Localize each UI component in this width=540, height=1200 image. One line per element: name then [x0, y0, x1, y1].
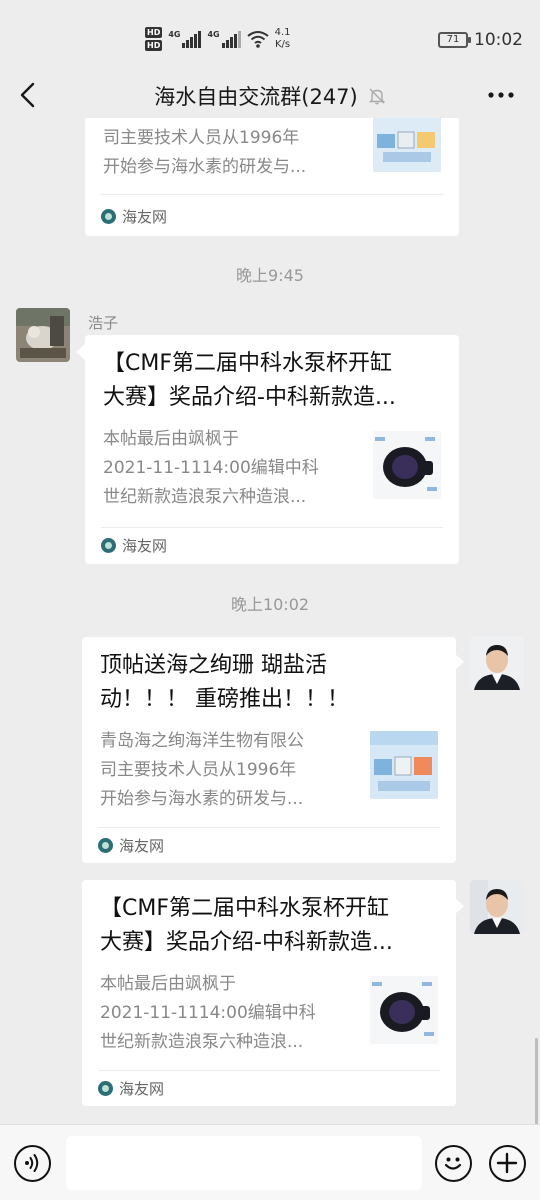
voice-button[interactable] — [14, 1145, 51, 1182]
description-line: 本帖最后由飒枫于 — [103, 429, 239, 449]
avatar[interactable] — [16, 308, 70, 362]
battery-icon: 71 — [438, 32, 471, 48]
network-indicators: HD HD 4G 4G 4.1 K/s — [145, 24, 291, 54]
source-name: 海友网 — [119, 1080, 165, 1098]
bubble-tail — [76, 344, 85, 360]
message-list[interactable]: 司主要技术人员从1996年 开始参与海水素的研发与... 海友网 晚上9:45 — [0, 118, 540, 1124]
more-dots-icon[interactable] — [486, 82, 516, 108]
source-logo-icon — [101, 209, 116, 224]
description-line: 2021-11-1114:00编辑中科 — [103, 458, 319, 478]
link-card-description: 青岛海之绚海洋生物有限公 司主要技术人员从1996年 开始参与海水素的研发与..… — [100, 727, 348, 814]
link-card-message[interactable]: 【CMF第二届中科水泵杯开缸 大赛】奖品介绍-中科新款造... 本帖最后由飒枫于… — [82, 880, 456, 1106]
description-line: 开始参与海水素的研发与... — [100, 789, 304, 809]
link-thumbnail-wave-pump — [373, 431, 441, 499]
link-source: 海友网 — [98, 1078, 164, 1099]
card-divider — [101, 527, 443, 528]
source-logo-icon — [98, 838, 113, 853]
bubble-tail — [455, 898, 464, 914]
source-name: 海友网 — [122, 208, 168, 226]
description-line: 2021-11-1114:00编辑中科 — [100, 1003, 316, 1023]
link-thumbnail-coral-salt — [370, 731, 438, 799]
link-thumbnail-wave-pump — [370, 976, 438, 1044]
wifi-icon — [247, 31, 269, 48]
chat-header: 海水自由交流群(247) — [0, 72, 540, 118]
net-speed-value: 4.1 — [274, 27, 291, 38]
link-card-message[interactable]: 【CMF第二届中科水泵杯开缸 大赛】奖品介绍-中科新款造... 本帖最后由飒枫于… — [85, 335, 459, 564]
link-card-description: 本帖最后由飒枫于 2021-11-1114:00编辑中科 世纪新款造浪泵六种造浪… — [100, 970, 348, 1057]
description-line: 世纪新款造浪泵六种造浪... — [103, 487, 307, 507]
avatar[interactable] — [470, 880, 524, 934]
title-line: 顶帖送海之绚珊 瑚盐活 — [100, 653, 327, 678]
avatar[interactable] — [470, 636, 524, 690]
link-source: 海友网 — [101, 535, 167, 556]
net-type-label-2: 4G — [207, 30, 220, 39]
scrollbar[interactable] — [535, 1038, 538, 1124]
emoji-button[interactable] — [435, 1145, 472, 1182]
mute-bell-icon — [368, 88, 385, 105]
chat-title-wrap: 海水自由交流群(247) — [0, 81, 540, 111]
hd-voice-icon: HD HD — [145, 27, 163, 51]
card-divider — [98, 827, 440, 828]
status-time: 10:02 — [474, 30, 523, 50]
title-line: 【CMF第二届中科水泵杯开缸 — [103, 351, 392, 376]
description-line: 司主要技术人员从1996年 — [103, 128, 300, 148]
title-line: 大赛】奖品介绍-中科新款造... — [103, 385, 396, 410]
input-bar — [0, 1124, 540, 1200]
bubble-tail — [455, 654, 464, 670]
voice-icon — [25, 1154, 39, 1172]
emoji-icon — [444, 1157, 462, 1170]
link-card-title: 【CMF第二届中科水泵杯开缸 大赛】奖品介绍-中科新款造... — [103, 347, 441, 415]
title-line: 大赛】奖品介绍-中科新款造... — [100, 930, 393, 955]
plus-icon — [496, 1152, 518, 1174]
sender-name: 浩子 — [88, 314, 119, 332]
link-card-description: 本帖最后由飒枫于 2021-11-1114:00编辑中科 世纪新款造浪泵六种造浪… — [103, 425, 351, 512]
cell-signal-icon-2: 4G — [207, 30, 241, 48]
battery-level: 71 — [446, 34, 460, 45]
link-card-message[interactable]: 顶帖送海之绚珊 瑚盐活 动！！！ 重磅推出！！！ 青岛海之绚海洋生物有限公 司主… — [82, 637, 456, 863]
link-card-message[interactable]: 司主要技术人员从1996年 开始参与海水素的研发与... 海友网 — [85, 118, 459, 236]
message-input[interactable] — [66, 1136, 422, 1190]
source-name: 海友网 — [122, 537, 168, 555]
source-logo-icon — [101, 538, 116, 553]
net-speed: 4.1 K/s — [275, 27, 291, 51]
description-line: 司主要技术人员从1996年 — [100, 760, 297, 780]
link-thumbnail-coral-salt — [373, 118, 441, 172]
description-line: 青岛海之绚海洋生物有限公 — [100, 731, 304, 751]
link-source: 海友网 — [101, 206, 167, 227]
timestamp: 晚上10:02 — [230, 595, 310, 614]
hd-label-2: HD — [145, 40, 163, 51]
card-divider — [101, 194, 443, 195]
title-line: 动！！！ 重磅推出！！！ — [100, 687, 349, 712]
description-line: 开始参与海水素的研发与... — [103, 157, 307, 177]
source-logo-icon — [98, 1081, 113, 1096]
link-card-description: 司主要技术人员从1996年 开始参与海水素的研发与... — [103, 124, 351, 182]
link-card-title: 顶帖送海之绚珊 瑚盐活 动！！！ 重磅推出！！！ — [100, 649, 438, 717]
link-source: 海友网 — [98, 835, 164, 856]
card-divider — [98, 1070, 440, 1071]
net-speed-unit: K/s — [275, 39, 291, 50]
chat-title: 海水自由交流群(247) — [154, 85, 358, 109]
title-line: 【CMF第二届中科水泵杯开缸 — [100, 896, 389, 921]
cell-signal-icon-1: 4G — [168, 30, 202, 48]
status-bar: HD HD 4G 4G 4.1 K/s 71 10:02 — [0, 0, 540, 72]
description-line: 本帖最后由飒枫于 — [100, 974, 236, 994]
link-card-title: 【CMF第二届中科水泵杯开缸 大赛】奖品介绍-中科新款造... — [100, 892, 438, 960]
timestamp: 晚上9:45 — [236, 266, 304, 285]
source-name: 海友网 — [119, 837, 165, 855]
net-type-label-1: 4G — [168, 30, 181, 39]
plus-button[interactable] — [489, 1145, 526, 1182]
description-line: 世纪新款造浪泵六种造浪... — [100, 1032, 304, 1052]
hd-label-1: HD — [145, 27, 163, 38]
